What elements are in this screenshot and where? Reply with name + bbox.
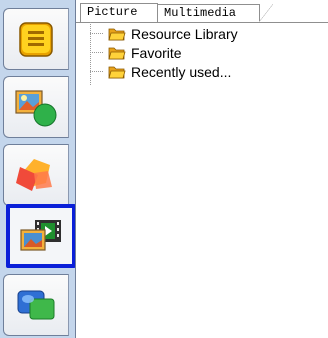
folder-tree: Resource Library Favorite Recently used.… — [90, 20, 320, 86]
tree-item-recently-used[interactable]: Recently used... — [90, 62, 320, 81]
folder-icon — [108, 45, 126, 61]
tree-item-favorite[interactable]: Favorite — [90, 43, 320, 62]
folder-icon — [108, 26, 126, 42]
tree-item-label: Resource Library — [131, 25, 238, 42]
side-tab-video-media[interactable] — [6, 204, 76, 268]
folder-icon — [108, 64, 126, 80]
side-tab-image-shapes[interactable] — [3, 76, 69, 138]
tree-item-label: Favorite — [131, 44, 182, 61]
notes-icon — [17, 19, 55, 59]
clipart-icon — [12, 283, 60, 327]
tree-branch — [90, 33, 104, 34]
tab-bar: Picture Multimedia — [76, 0, 328, 23]
video-media-icon — [17, 216, 65, 256]
tab-multimedia[interactable]: Multimedia — [158, 4, 273, 22]
side-tab-clipart[interactable] — [3, 274, 69, 336]
resource-panel: Picture Multimedia Resource Library Favo… — [75, 0, 328, 338]
side-tab-shapes[interactable] — [3, 144, 69, 206]
tree-branch — [90, 52, 104, 53]
side-tab-strip — [0, 0, 76, 338]
image-shapes-icon — [12, 85, 60, 129]
tree-branch — [90, 71, 104, 72]
side-tab-notes[interactable] — [3, 8, 69, 70]
tree-item-label: Recently used... — [131, 63, 232, 80]
tree-item-resource-library[interactable]: Resource Library — [90, 24, 320, 43]
tab-picture[interactable]: Picture — [80, 3, 158, 22]
shapes-icon — [12, 153, 60, 197]
